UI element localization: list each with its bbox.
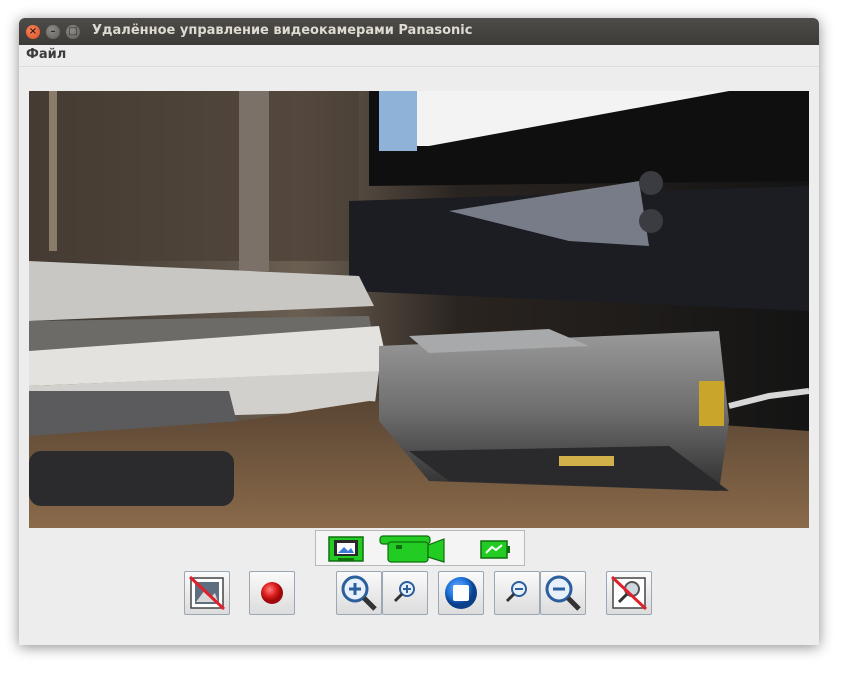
zoom-out-large-icon <box>545 575 581 611</box>
stop-button[interactable] <box>438 571 484 615</box>
close-window-button[interactable]: × <box>26 25 40 39</box>
no-picture-icon <box>188 575 226 611</box>
photo-mode-button[interactable] <box>328 535 364 563</box>
battery-button[interactable] <box>478 535 512 563</box>
no-zoom-button[interactable] <box>606 571 652 615</box>
mode-switch-bar <box>315 530 525 566</box>
zoom-in-fast-button[interactable] <box>336 571 382 615</box>
video-camera-mode-icon <box>379 535 445 563</box>
zoom-out-slow-button[interactable] <box>494 571 540 615</box>
menu-file[interactable]: Файл <box>26 47 66 62</box>
record-button[interactable] <box>249 571 295 615</box>
video-mode-button[interactable] <box>378 535 450 563</box>
zoom-in-slow-button[interactable] <box>382 571 428 615</box>
menu-bar: Файл <box>19 45 819 67</box>
no-picture-button[interactable] <box>184 571 230 615</box>
photo-mode-icon <box>328 536 364 562</box>
minimize-window-button[interactable]: – <box>46 25 60 39</box>
zoom-in-small-icon <box>393 581 415 603</box>
title-bar[interactable]: × – □ Удалённое управление видеокамерами… <box>19 18 819 45</box>
battery-icon <box>480 540 510 559</box>
zoom-out-small-icon <box>505 581 527 603</box>
maximize-window-button[interactable]: □ <box>66 25 80 39</box>
window-title: Удалённое управление видеокамерами Panas… <box>92 23 473 38</box>
zoom-in-large-icon <box>341 575 377 611</box>
camera-preview <box>29 91 809 528</box>
record-icon <box>261 582 283 604</box>
app-window: × – □ Удалённое управление видеокамерами… <box>19 18 819 645</box>
no-zoom-icon <box>610 575 648 611</box>
camera-frame-icon <box>29 91 809 528</box>
stop-icon <box>445 577 477 609</box>
zoom-out-fast-button[interactable] <box>540 571 586 615</box>
